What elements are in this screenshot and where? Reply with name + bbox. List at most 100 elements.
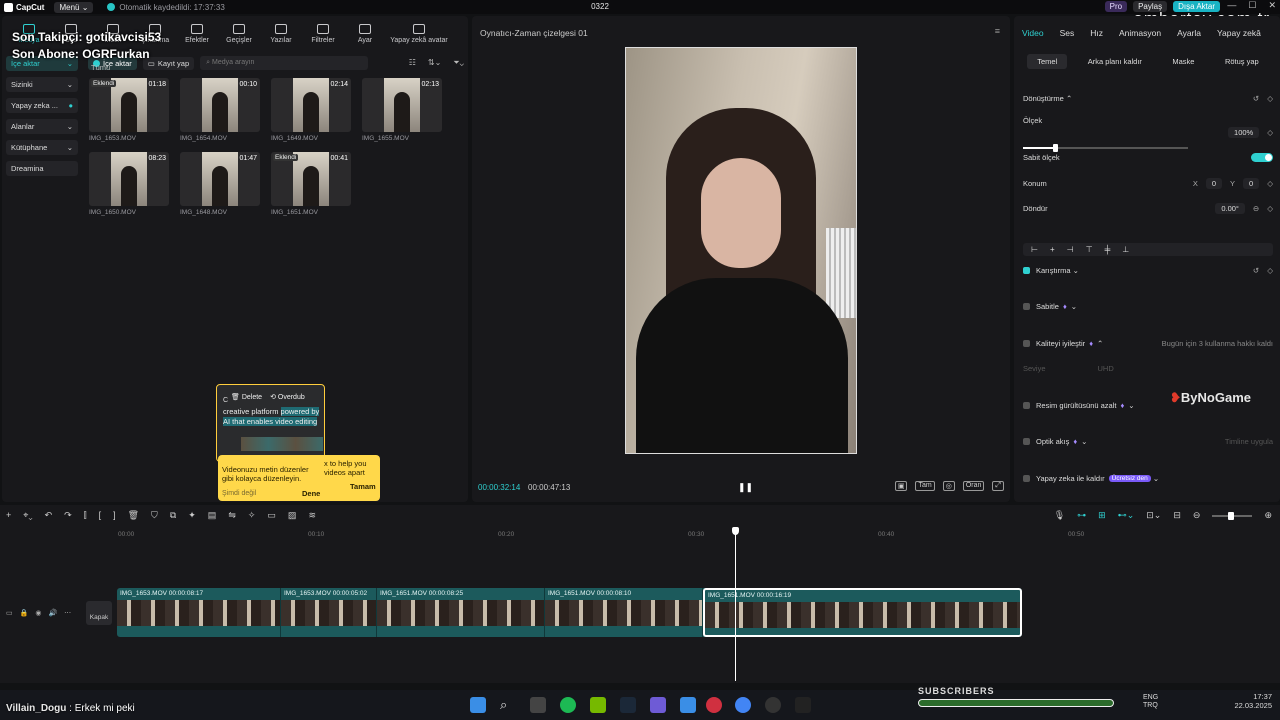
search-icon[interactable]: ⌕ xyxy=(500,697,516,713)
keyframe-icon[interactable]: ◇ xyxy=(1267,94,1273,103)
timeline-clip[interactable]: IMG_1651.MOV 00:00:08:10 xyxy=(545,588,703,637)
fullscreen-icon[interactable]: ⤢ xyxy=(992,481,1004,491)
ai-tool-icon[interactable]: ✦ xyxy=(188,510,196,521)
keyframe-icon[interactable]: ◇ xyxy=(1267,128,1273,137)
magic-icon[interactable]: ✧ xyxy=(248,510,256,521)
project-title[interactable]: 0322 xyxy=(580,2,620,11)
delete-icon[interactable]: 🗑 xyxy=(128,510,139,521)
media-item[interactable]: 01:47 IMG_1648.MOV xyxy=(180,152,260,216)
position-x-input[interactable]: 0 xyxy=(1205,178,1223,189)
filter-icon[interactable]: ⏷⌄ xyxy=(453,58,464,68)
scale-value[interactable]: 100% xyxy=(1228,127,1260,138)
align-right-icon[interactable]: ⊣ xyxy=(1067,245,1074,254)
pro-button[interactable]: Pro xyxy=(1104,1,1128,12)
eye-icon[interactable]: ◉ xyxy=(35,609,41,617)
subtab-mask[interactable]: Maske xyxy=(1162,54,1204,69)
sidebar-item-dreamina[interactable]: Dreamina xyxy=(6,161,78,176)
ratio-button[interactable]: Oran xyxy=(962,481,985,491)
windows-start-icon[interactable] xyxy=(470,697,486,713)
split-icon[interactable]: ⫿ xyxy=(84,510,87,521)
align-center-icon[interactable]: + xyxy=(1050,245,1055,254)
keyframe-icon[interactable]: ◇ xyxy=(1267,179,1273,188)
app-icon[interactable] xyxy=(680,697,696,713)
enhance-checkbox[interactable] xyxy=(1023,340,1030,347)
time-ruler[interactable]: 00:00 00:10 00:20 00:30 00:40 00:50 xyxy=(118,531,1278,541)
media-search-input[interactable]: ⌕ Medya arayın xyxy=(200,56,369,70)
image-icon[interactable]: ▨ xyxy=(288,510,297,521)
menu-button[interactable]: Menü ⌄ xyxy=(54,1,94,13)
stabilize-row[interactable]: Sabitle ♦ ⌄ xyxy=(1023,302,1273,311)
menu-icon[interactable]: ≡ xyxy=(995,26,1000,36)
media-item[interactable]: 08:23 IMG_1650.MOV xyxy=(89,152,169,216)
tab-captions[interactable]: Yazılar xyxy=(262,18,300,58)
not-now-button[interactable]: Şimdi değil xyxy=(222,490,256,497)
zoom-out-icon[interactable]: ⊖ xyxy=(1193,510,1201,521)
keyframe-icon[interactable]: ◇ xyxy=(1267,266,1273,275)
try-button[interactable]: Dene xyxy=(302,489,320,498)
subtab-retouch[interactable]: Rötuş yap xyxy=(1215,54,1269,69)
timeline-clip[interactable]: IMG_1653.MOV 00:00:05:02 xyxy=(281,588,377,637)
subtab-remove-bg[interactable]: Arka planı kaldır xyxy=(1078,54,1152,69)
steam-icon[interactable] xyxy=(620,697,636,713)
redo-icon[interactable]: ↷ xyxy=(64,510,72,521)
optical-flow-checkbox[interactable] xyxy=(1023,438,1030,445)
keyframe-icon[interactable]: ◇ xyxy=(1267,204,1273,213)
overdub-button[interactable]: ⟲ Overdub xyxy=(270,393,305,401)
record-button[interactable]: ▭ Kayıt yap xyxy=(142,56,195,70)
media-item[interactable]: 02:13 IMG_1655.MOV xyxy=(362,78,442,142)
delete-button[interactable]: 🗑 Delete xyxy=(231,393,262,401)
tab-filters[interactable]: Filtreler xyxy=(304,18,342,58)
media-item[interactable]: Eklendi 01:18 IMG_1653.MOV xyxy=(89,78,169,142)
align-top-icon[interactable]: ⊤ xyxy=(1086,245,1093,254)
cover-button[interactable]: Kapak xyxy=(86,601,112,625)
magnet-icon[interactable]: ⊞ xyxy=(1098,510,1106,521)
grid-view-icon[interactable]: ☷ xyxy=(409,58,416,68)
sidebar-item-spaces[interactable]: Alanlar ⌄ xyxy=(6,119,78,134)
undo-icon[interactable]: ↶ xyxy=(45,510,53,521)
timeline-clip[interactable]: IMG_1653.MOV 00:00:08:17 xyxy=(117,588,281,637)
rotate-input[interactable]: 0.00° xyxy=(1215,203,1245,214)
denoise-checkbox[interactable] xyxy=(1023,402,1030,409)
select-tool-icon[interactable]: ⌖⌄ xyxy=(23,510,32,521)
pause-button[interactable]: ❚❚ xyxy=(738,482,753,493)
captions-tool-icon[interactable]: ▤ xyxy=(208,510,217,521)
media-item[interactable]: 02:14 IMG_1649.MOV xyxy=(271,78,351,142)
position-y-input[interactable]: 0 xyxy=(1243,178,1260,189)
shield-icon[interactable]: ⛉ xyxy=(151,510,158,521)
timeline-clip-selected[interactable]: IMG_1651.MOV 00:00:16:19 xyxy=(703,588,1022,637)
media-item[interactable]: 00:10 IMG_1654.MOV xyxy=(180,78,260,142)
nvidia-icon[interactable] xyxy=(590,697,606,713)
align-middle-icon[interactable]: ╪ xyxy=(1105,245,1111,254)
linkage-icon[interactable]: ⊷⌄ xyxy=(1118,510,1135,521)
tab-ai[interactable]: Yapay zekâ xyxy=(1217,28,1261,38)
capcut-taskbar-icon[interactable] xyxy=(795,697,811,713)
add-track-icon[interactable]: + xyxy=(6,510,11,521)
subtab-basic[interactable]: Temel xyxy=(1027,54,1068,69)
file-explorer-icon[interactable] xyxy=(530,697,546,713)
ai-remove-checkbox[interactable] xyxy=(1023,475,1030,482)
tab-transitions[interactable]: Geçişler xyxy=(220,18,258,58)
chrome-icon[interactable] xyxy=(735,697,751,713)
ai-remove-row[interactable]: Yapay zeka ile kaldır Ücretsiz den ⌄ xyxy=(1023,474,1273,483)
split-right-icon[interactable]: ] xyxy=(113,510,116,521)
link-main-icon[interactable]: ⊶ xyxy=(1077,510,1086,521)
sidebar-item-ai[interactable]: Yapay zeka ... ● xyxy=(6,98,78,113)
app-icon[interactable] xyxy=(650,697,666,713)
obs-icon[interactable] xyxy=(706,697,722,713)
transform-section[interactable]: Dönüştürme ⌃ ↺ ◇ xyxy=(1023,94,1273,103)
timeline-clip[interactable]: IMG_1651.MOV 00:00:08:25 xyxy=(377,588,545,637)
blend-row[interactable]: Karıştırma ⌄ ↺ ◇ xyxy=(1023,266,1273,275)
ok-button[interactable]: Tamam xyxy=(350,482,376,491)
app-icon[interactable] xyxy=(765,697,781,713)
zoom-in-icon[interactable]: ⊕ xyxy=(1264,510,1272,521)
caption-track-icon[interactable]: ⊟ xyxy=(1173,510,1181,521)
lock-icon[interactable]: 🔒 xyxy=(20,609,29,617)
media-item[interactable]: Eklendi 00:41 IMG_1651.MOV xyxy=(271,152,351,216)
language-indicator[interactable]: ENG TRQ xyxy=(1143,694,1158,710)
enhance-row[interactable]: Kaliteyi iyileştir ♦ ⌃ Bugün için 3 kullanm… xyxy=(1023,339,1273,348)
more-icon[interactable]: ⋯ xyxy=(64,609,71,617)
tab-effects[interactable]: Efektler xyxy=(178,18,216,58)
split-left-icon[interactable]: [ xyxy=(99,510,102,521)
zoom-slider[interactable] xyxy=(1212,511,1253,520)
preview-axis-icon[interactable]: ⊡⌄ xyxy=(1146,510,1161,521)
